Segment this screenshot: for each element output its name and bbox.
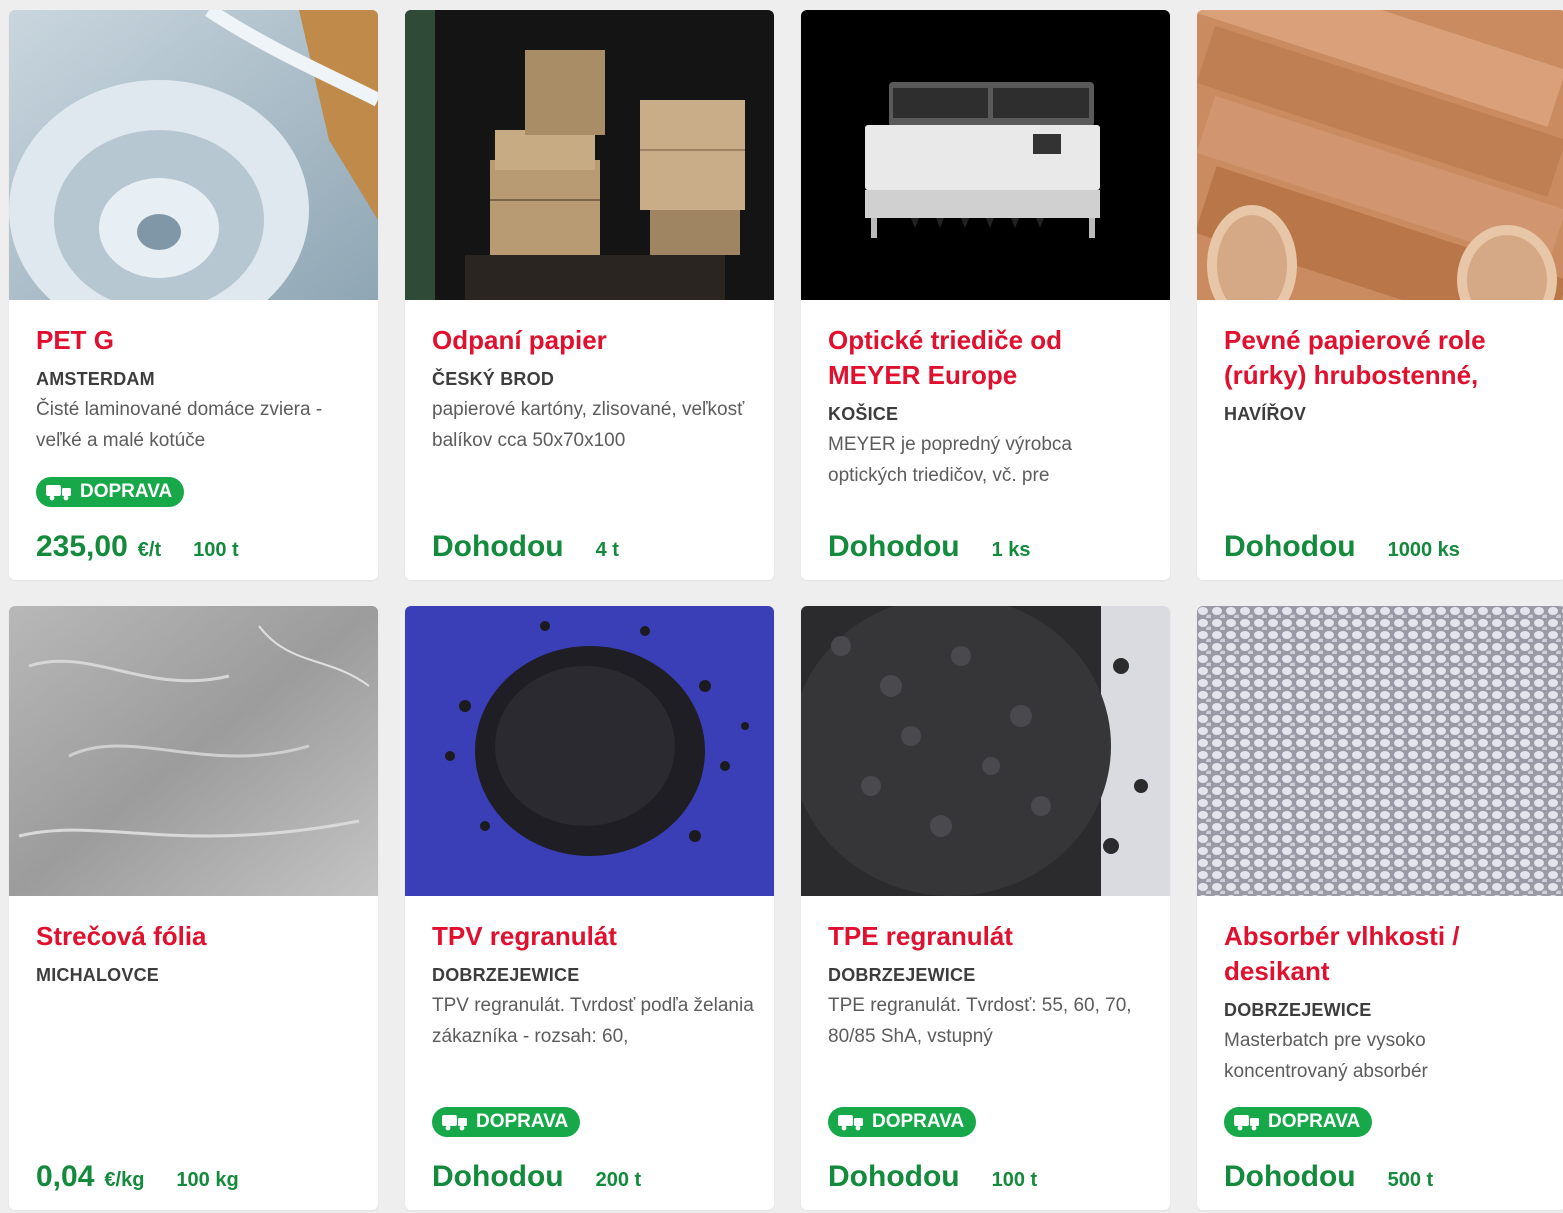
listing-city: MICHALOVCE [36,965,159,985]
listing-image[interactable] [801,606,1170,896]
listing-image[interactable] [801,10,1170,300]
listing-city: AMSTERDAM [36,369,155,389]
listing-image[interactable] [1197,10,1563,300]
listing-description: Čisté laminované domáce zviera - veľké a… [36,399,323,451]
truck-icon [46,485,71,501]
listing-card[interactable]: PET G AMSTERDAM Čisté laminované domáce … [9,10,378,580]
listing-price: Dohodou [432,1160,564,1193]
listing-quantity: 200 t [595,1169,642,1191]
listing-title[interactable]: Absorbér vlhkosti / desikant [1224,919,1548,989]
listing-card[interactable]: Strečová fólia MICHALOVCE 0,04 €/kg 100 … [9,606,378,1210]
listing-image[interactable] [405,606,774,896]
listing-image[interactable] [405,10,774,300]
listing-title[interactable]: TPE regranulát [828,919,1152,954]
listing-city: DOBRZEJEWICE [1224,1000,1372,1020]
listing-quantity: 100 t [991,1169,1038,1191]
price-row: Dohodou 200 t [432,1160,641,1194]
listing-title[interactable]: PET G [36,323,360,358]
listing-price: Dohodou [432,530,564,563]
listing-description: MEYER je popredný výrobca optických trie… [828,434,1072,486]
listing-quantity: 1000 ks [1387,539,1460,561]
transport-badge: DOPRAVA [828,1107,977,1137]
listing-card[interactable]: TPV regranulát DOBRZEJEWICE TPV regranul… [405,606,774,1210]
listing-quantity: 4 t [595,539,619,561]
transport-badge: DOPRAVA [36,477,185,507]
listing-card[interactable]: Optické triediče od MEYER Europe KOŠICE … [801,10,1170,580]
listing-price: 235,00 [36,530,128,563]
listing-title[interactable]: Pevné papierové role (rúrky) hrubostenné… [1224,323,1548,393]
truck-icon [1234,1115,1259,1131]
truck-icon [442,1115,467,1131]
transport-badge: DOPRAVA [1224,1107,1373,1137]
truck-icon [838,1115,863,1131]
listing-price: Dohodou [1224,530,1356,563]
listing-title[interactable]: Optické triediče od MEYER Europe [828,323,1152,393]
listing-image[interactable] [1197,606,1563,896]
listing-city: HAVÍŘOV [1224,404,1307,424]
price-unit: €/kg [104,1169,145,1191]
listing-city: ČESKÝ BROD [432,369,555,389]
listing-city: DOBRZEJEWICE [828,965,976,985]
price-row: Dohodou 4 t [432,530,619,564]
listing-description: TPV regranulát. Tvrdosť podľa želania zá… [432,995,754,1047]
listing-description: TPE regranulát. Tvrdosť: 55, 60, 70, 80/… [828,995,1132,1047]
badge-label: DOPRAVA [1268,1111,1361,1132]
listing-quantity: 100 t [193,539,239,561]
price-unit: €/t [137,539,162,561]
listing-image[interactable] [9,606,378,896]
listing-card[interactable]: Absorbér vlhkosti / desikant DOBRZEJEWIC… [1197,606,1563,1210]
listing-description: papierové kartóny, zlisované, veľkosť ba… [432,399,745,451]
price-row: 0,04 €/kg 100 kg [36,1160,239,1194]
listing-card[interactable]: Pevné papierové role (rúrky) hrubostenné… [1197,10,1563,580]
listing-grid: PET G AMSTERDAM Čisté laminované domáce … [0,0,1563,1213]
price-row: Dohodou 1 ks [828,530,1031,564]
listing-price: 0,04 [36,1160,95,1193]
listing-description: Masterbatch pre vysoko koncentrovaný abs… [1224,1030,1428,1082]
badge-label: DOPRAVA [80,481,173,502]
price-row: Dohodou 100 t [828,1160,1037,1194]
listing-city: DOBRZEJEWICE [432,965,580,985]
price-row: Dohodou 500 t [1224,1160,1433,1194]
listing-title[interactable]: Strečová fólia [36,919,360,954]
listing-image[interactable] [9,10,378,300]
listing-price: Dohodou [1224,1160,1356,1193]
listing-title[interactable]: Odpaní papier [432,323,756,358]
badge-label: DOPRAVA [476,1111,569,1132]
listing-quantity: 1 ks [991,539,1031,561]
listing-card[interactable]: TPE regranulát DOBRZEJEWICE TPE regranul… [801,606,1170,1210]
badge-label: DOPRAVA [872,1111,965,1132]
price-row: 235,00 €/t 100 t [36,530,239,564]
price-row: Dohodou 1000 ks [1224,530,1460,564]
listing-city: KOŠICE [828,404,899,424]
listing-price: Dohodou [828,1160,960,1193]
listing-price: Dohodou [828,530,960,563]
listing-quantity: 100 kg [176,1169,239,1191]
listing-quantity: 500 t [1387,1169,1434,1191]
listing-title[interactable]: TPV regranulát [432,919,756,954]
transport-badge: DOPRAVA [432,1107,581,1137]
listing-card[interactable]: Odpaní papier ČESKÝ BROD papierové kartó… [405,10,774,580]
